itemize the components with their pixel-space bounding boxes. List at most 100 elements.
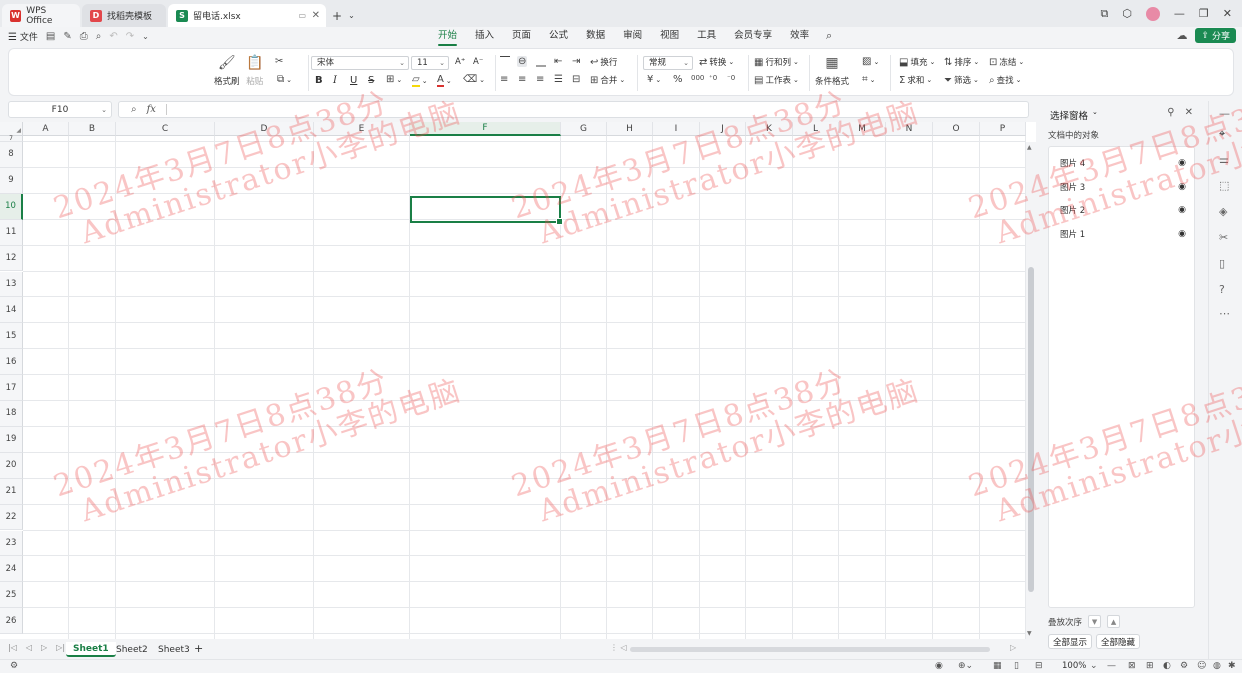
align-top-icon[interactable]: ⎺	[500, 56, 510, 67]
add-sheet-icon[interactable]: +	[194, 642, 203, 655]
wrap-text-button[interactable]: ↩ 换行	[590, 56, 617, 69]
next-sheet-icon[interactable]: ▷	[41, 643, 47, 652]
row-header-24[interactable]: 24	[0, 556, 23, 583]
vertical-scrollbar[interactable]: ▲ ▼	[1026, 142, 1036, 639]
column-header-d[interactable]: D	[215, 122, 314, 136]
conditional-format-button[interactable]: ▦ 条件格式	[815, 55, 849, 87]
column-header-b[interactable]: B	[69, 122, 116, 136]
align-middle-icon[interactable]: ⊖	[517, 56, 528, 67]
normal-view-icon[interactable]: ▦	[993, 661, 1002, 671]
tab-template[interactable]: D 找稻壳模板	[82, 4, 166, 27]
column-header-k[interactable]: K	[746, 122, 793, 136]
eye-icon[interactable]: ◉	[1178, 229, 1186, 239]
chart-icon[interactable]: ◈	[1219, 205, 1227, 218]
tab-3[interactable]: 公式	[549, 27, 568, 46]
freeze-button[interactable]: ⊡ 冻结 ⌄	[989, 56, 1024, 69]
row-header-15[interactable]: 15	[0, 323, 23, 350]
column-header-i[interactable]: I	[653, 122, 700, 136]
eye-protection-icon[interactable]: ◉	[935, 661, 943, 671]
justify-icon[interactable]: ☰	[554, 74, 563, 85]
decrease-indent-icon[interactable]: ⇤	[554, 56, 562, 67]
column-header-o[interactable]: O	[933, 122, 980, 136]
horizontal-scrollbar[interactable]	[630, 647, 990, 652]
prev-sheet-icon[interactable]: ◁	[26, 643, 32, 652]
increase-indent-icon[interactable]: ⇥	[572, 56, 580, 67]
avatar[interactable]	[1145, 6, 1160, 21]
window-layout-icon[interactable]: ⧉	[1100, 7, 1108, 21]
row-header-19[interactable]: 19	[0, 426, 23, 453]
page-break-icon[interactable]: ⊟	[1035, 661, 1043, 671]
page-layout-icon[interactable]: ▯	[1014, 661, 1019, 671]
dark-mode-icon[interactable]: ◐	[1163, 661, 1171, 671]
distributed-icon[interactable]: ⊟	[572, 74, 580, 85]
move-down-button[interactable]: ▼	[1088, 615, 1102, 628]
table-style-icon[interactable]: ⌗ ⌄	[862, 74, 876, 85]
tab-7[interactable]: 工具	[697, 27, 716, 46]
name-box[interactable]: F10 ⌄	[8, 101, 112, 118]
hide-all-button[interactable]: 全部隐藏	[1096, 634, 1141, 649]
open-icon[interactable]: ✎	[63, 31, 71, 42]
align-left-icon[interactable]: ≡	[500, 74, 508, 85]
tab-4[interactable]: 数据	[586, 27, 605, 46]
row-header-8[interactable]: 8	[0, 142, 23, 168]
eye-icon[interactable]: ◉	[1178, 205, 1186, 215]
copy-icon[interactable]: ⧉ ⌄	[277, 74, 292, 85]
sheet-tab-sheet2[interactable]: Sheet2	[109, 642, 155, 657]
row-header-12[interactable]: 12	[0, 245, 23, 272]
cloud-sync-icon[interactable]: ☁	[1176, 29, 1187, 42]
close-window-icon[interactable]: ✕	[1223, 7, 1232, 20]
filter-button[interactable]: ⏷ 筛选 ⌄	[944, 74, 979, 87]
select-all-corner[interactable]: ◢	[0, 122, 23, 136]
save-icon[interactable]: ▤	[46, 31, 55, 42]
tab-0[interactable]: 开始	[438, 27, 458, 46]
split-handle-icon[interactable]: ⋮ ◁	[610, 643, 627, 652]
close-tab-icon[interactable]: ✕	[312, 10, 320, 21]
font-size-select[interactable]: 11 ⌄	[411, 56, 449, 70]
tab-1[interactable]: 插入	[475, 27, 494, 46]
tab-9[interactable]: 效率	[790, 27, 809, 46]
font-name-select[interactable]: 宋体 ⌄	[311, 56, 409, 70]
underline-button[interactable]: U	[350, 75, 357, 86]
first-sheet-icon[interactable]: |◁	[8, 643, 17, 652]
column-header-m[interactable]: M	[839, 122, 886, 136]
more-icon[interactable]: ⋯	[1219, 307, 1230, 320]
row-header-11[interactable]: 11	[0, 219, 23, 246]
bold-button[interactable]: B	[315, 75, 323, 86]
reading-mode-icon[interactable]: ⊞	[1146, 661, 1154, 671]
row-header-17[interactable]: 17	[0, 375, 23, 401]
spreadsheet-grid[interactable]: ◢ A B C D E F G H I J K L M N O P 7 8 9 10 11 12 13 14 15 16 17 18 1…	[0, 122, 1036, 639]
settings-icon[interactable]: ⚙	[1180, 661, 1188, 671]
align-center-icon[interactable]: ≡	[518, 74, 526, 85]
column-header-l[interactable]: L	[793, 122, 839, 136]
macro-icon[interactable]: ⚙	[10, 661, 18, 671]
zoom-level[interactable]: 100%	[1062, 661, 1086, 671]
restore-icon[interactable]: ❐	[1199, 7, 1209, 20]
row-header-9[interactable]: 9	[0, 167, 23, 194]
row-header-18[interactable]: 18	[0, 401, 23, 427]
assistant-icon[interactable]: ◍	[1213, 661, 1221, 671]
find-button[interactable]: ⌕ 查找 ⌄	[989, 74, 1022, 87]
skin-icon[interactable]: ⬡	[1122, 7, 1132, 20]
pin-icon[interactable]: ⚲	[1167, 107, 1174, 118]
row-header-10[interactable]: 10	[0, 193, 23, 220]
row-header-25[interactable]: 25	[0, 582, 23, 609]
fit-icon[interactable]: ⊠	[1128, 661, 1136, 671]
plugin-icon[interactable]: ✱	[1228, 661, 1236, 671]
new-tab-icon[interactable]: +	[332, 9, 342, 23]
row-header-26[interactable]: 26	[0, 608, 23, 635]
show-all-button[interactable]: 全部显示	[1048, 634, 1093, 649]
last-sheet-icon[interactable]: ▷|	[56, 643, 65, 652]
row-header-22[interactable]: 22	[0, 504, 23, 531]
collapse-icon[interactable]: —	[1219, 107, 1230, 120]
column-header-a[interactable]: A	[23, 122, 69, 136]
sum-button[interactable]: Σ 求和 ⌄	[899, 74, 932, 87]
vertical-scroll-thumb[interactable]	[1028, 267, 1034, 592]
row-header-20[interactable]: 20	[0, 452, 23, 479]
close-icon[interactable]: ✕	[1185, 107, 1193, 118]
redo-icon[interactable]: ↷	[126, 31, 134, 42]
tab-6[interactable]: 视图	[660, 27, 679, 46]
convert-button[interactable]: ⇄ 转换 ⌄	[699, 56, 734, 69]
worksheet-button[interactable]: ▤ 工作表 ⌄	[754, 74, 799, 87]
decrease-font-icon[interactable]: A⁻	[473, 57, 483, 67]
column-header-p[interactable]: P	[980, 122, 1026, 136]
